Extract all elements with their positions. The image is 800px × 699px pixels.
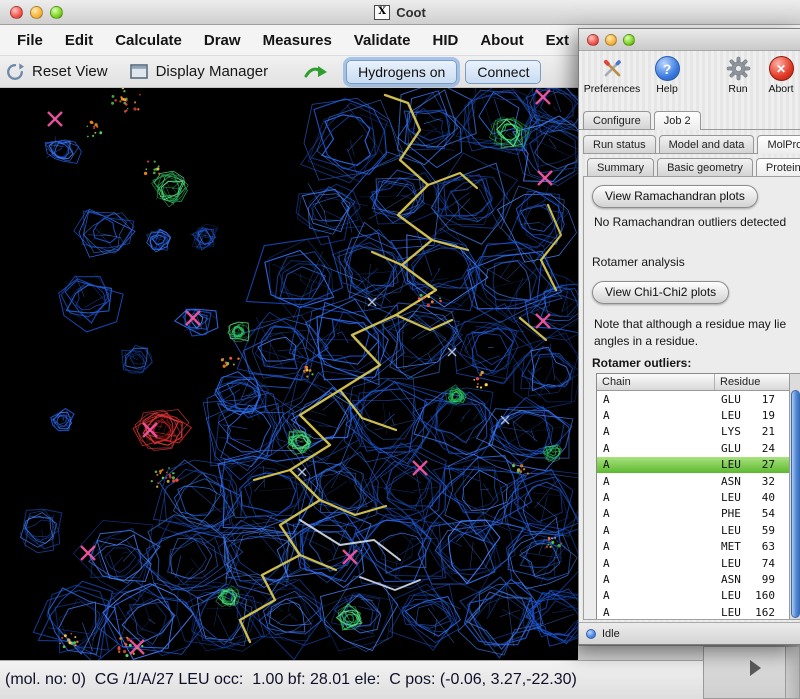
zoom-button[interactable] (50, 6, 63, 19)
reset-view-icon[interactable] (6, 63, 24, 81)
main-titlebar[interactable]: X Coot (0, 0, 800, 25)
protein-tab-content: View Ramachandran plots No Ramachandran … (583, 176, 800, 620)
rotamer-outlier-row[interactable]: A LEU40 (597, 489, 800, 505)
dialog-statusbar: Idle (579, 622, 800, 644)
abort-icon: ✕ (769, 56, 794, 81)
category-tab-bar: SummaryBasic geometryProteinC (587, 155, 800, 177)
preferences-icon (600, 56, 625, 81)
view-chi1-chi2-plots-button[interactable]: View Chi1-Chi2 plots (592, 281, 729, 304)
job-tab-bar: ConfigureJob 2 (579, 107, 800, 130)
table-header: Chain Residue (597, 374, 800, 391)
menu-item[interactable]: Ext (535, 28, 580, 53)
rotamer-outlier-row[interactable]: A ASN99 (597, 571, 800, 587)
molprobity-dialog: Preferences ? Help (578, 28, 800, 645)
section-tab-bar: Run statusModel and dataMolProbity (583, 132, 800, 154)
help-button[interactable]: ? Help (652, 56, 682, 95)
menu-item[interactable]: File (6, 28, 54, 53)
rotamer-outlier-row[interactable]: A LEU160 (597, 588, 800, 604)
dialog-status-text: Idle (602, 628, 620, 640)
rotamer-outliers-label: Rotamer outliers: (592, 356, 691, 370)
rotamer-analysis-title: Rotamer analysis (592, 255, 685, 269)
help-label: Help (656, 83, 678, 95)
window-controls (10, 6, 63, 19)
job-tab[interactable]: Configure (583, 111, 651, 129)
menu-item[interactable]: Calculate (104, 28, 193, 53)
reset-view-button[interactable]: Reset View (32, 63, 108, 80)
dialog-zoom-button[interactable] (623, 34, 635, 46)
main-statusbar: (mol. no: 0) CG /1/A/27 LEU occ: 1.00 bf… (0, 660, 800, 699)
ramachandran-result-text: No Ramachandran outliers detected (594, 215, 786, 229)
column-header-residue[interactable]: Residue (715, 374, 800, 390)
display-manager-icon[interactable] (130, 64, 148, 80)
column-header-chain[interactable]: Chain (597, 374, 715, 390)
rotamer-outlier-row[interactable]: A LYS21 (597, 424, 800, 440)
job-tab[interactable]: Job 2 (654, 111, 701, 130)
job-page: Run statusModel and dataMolProbity Summa… (579, 130, 800, 622)
rotamer-outlier-row[interactable]: A LEU74 (597, 555, 800, 571)
rotamer-outlier-row[interactable]: A ASN32 (597, 473, 800, 489)
x11-icon: X (374, 5, 390, 20)
rotamer-outliers-table: Chain Residue A GLU17 A LEU19 A (596, 373, 800, 620)
close-button[interactable] (10, 6, 23, 19)
run-button[interactable]: Run (723, 56, 753, 95)
dialog-close-button[interactable] (587, 34, 599, 46)
section-tab[interactable]: Model and data (659, 135, 755, 153)
rotamer-note-line1: Note that although a residue may lie (594, 317, 786, 331)
rotamer-outlier-row[interactable]: A MET63 (597, 539, 800, 555)
rotamer-outlier-row[interactable]: A LEU59 (597, 522, 800, 538)
rotamer-outlier-row[interactable]: A LEU162 (597, 604, 800, 620)
table-scrollbar[interactable] (789, 373, 800, 620)
preferences-button[interactable]: Preferences (585, 56, 639, 95)
category-tab[interactable]: Basic geometry (657, 158, 753, 176)
expand-toolbar-arrow-icon[interactable] (750, 660, 761, 676)
menu-item[interactable]: HID (422, 28, 470, 53)
menu-item[interactable]: Measures (252, 28, 343, 53)
preferences-label: Preferences (584, 83, 641, 95)
status-led-icon (586, 629, 596, 639)
window-title: Coot (396, 5, 426, 20)
hydrogens-toggle-button[interactable]: Hydrogens on (346, 60, 457, 84)
rotamer-outlier-row[interactable]: A GLU17 (597, 391, 800, 407)
view-ramachandran-plots-button[interactable]: View Ramachandran plots (592, 185, 758, 208)
menu-item[interactable]: Validate (343, 28, 422, 53)
abort-label: Abort (768, 83, 793, 95)
abort-button[interactable]: ✕ Abort (766, 56, 796, 95)
run-label: Run (728, 83, 747, 95)
minimize-button[interactable] (30, 6, 43, 19)
section-tab[interactable]: Run status (583, 135, 656, 153)
atom-status-text: (mol. no: 0) CG /1/A/27 LEU occ: 1.00 bf… (5, 671, 577, 689)
scrollbar-thumb[interactable] (791, 390, 800, 618)
green-arrow-icon[interactable] (304, 64, 328, 80)
connect-toggle-button[interactable]: Connect (465, 60, 541, 84)
rotamer-outlier-row[interactable]: A LEU19 (597, 407, 800, 423)
category-tab[interactable]: Protein (756, 158, 800, 177)
category-tab[interactable]: Summary (587, 158, 654, 176)
dialog-minimize-button[interactable] (605, 34, 617, 46)
menu-item[interactable]: Edit (54, 28, 104, 53)
display-manager-button[interactable]: Display Manager (156, 63, 269, 80)
dialog-toolbar: Preferences ? Help (579, 51, 800, 107)
rotamer-outliers-list: A GLU17 A LEU19 A LYS21 A GLU24 (597, 391, 800, 620)
rotamer-note-line2: angles in a residue. (594, 334, 698, 348)
rotamer-outlier-row[interactable]: A GLU24 (597, 440, 800, 456)
menu-item[interactable]: About (469, 28, 534, 53)
rotamer-outlier-row[interactable]: A PHE54 (597, 506, 800, 522)
dialog-titlebar[interactable] (579, 29, 800, 51)
section-tab[interactable]: MolProbity (757, 135, 800, 154)
corner-scrollbar[interactable] (785, 647, 799, 698)
side-toolbar-panel (703, 646, 800, 699)
run-gear-icon (726, 56, 751, 81)
help-icon: ? (655, 56, 680, 81)
rotamer-outlier-row[interactable]: A LEU27 (597, 457, 800, 473)
menu-item[interactable]: Draw (193, 28, 252, 53)
coot-application: X Coot FileEditCalculateDrawMeasuresVali… (0, 0, 800, 699)
